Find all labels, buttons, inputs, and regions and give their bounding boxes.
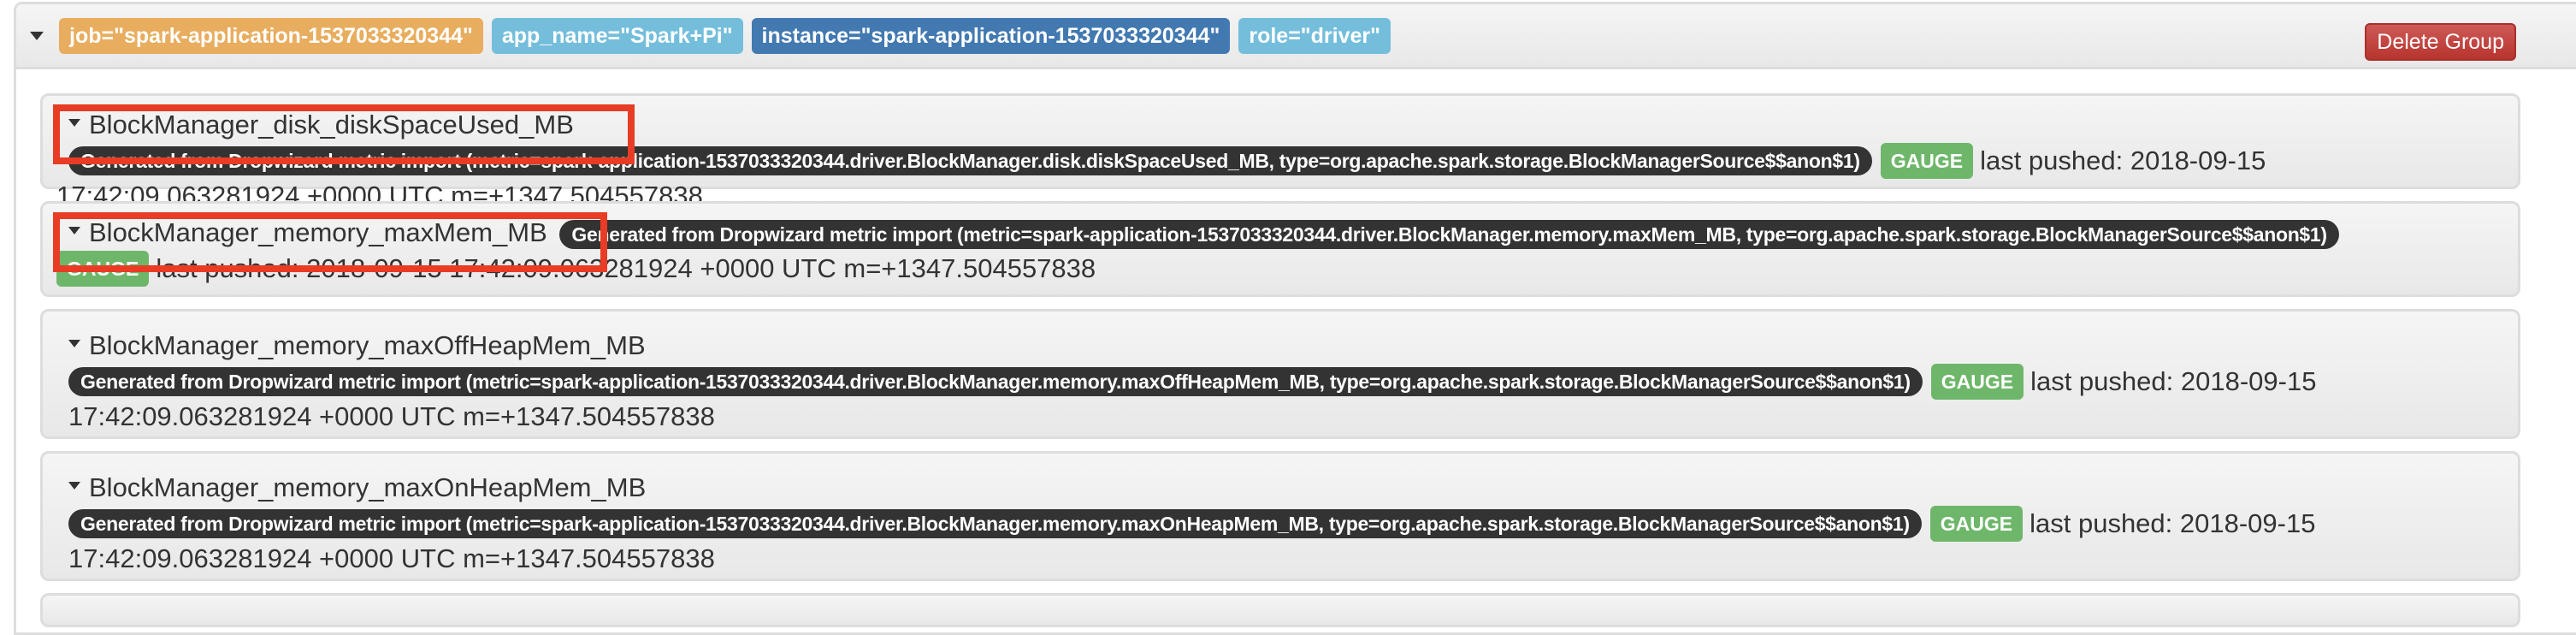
last-pushed-text: last pushed: 2018-09-15	[1980, 145, 2266, 175]
metric-card: BlockManager_disk_diskSpaceUsed_MB Gener…	[40, 93, 2520, 211]
metric-card: BlockManager_memory_maxOffHeapMem_MB Gen…	[40, 309, 2520, 439]
label-job: job="spark-application-1537033320344"	[59, 17, 483, 54]
collapse-caret-icon[interactable]	[30, 31, 44, 40]
metric-name: BlockManager_memory_maxOffHeapMem_MB	[89, 330, 646, 360]
last-pushed-text: last pushed: 2018-09-15 17:42:09.0632819…	[156, 252, 1096, 283]
last-pushed-continued: 17:42:09.063281924 +0000 UTC m=+1347.504…	[68, 401, 715, 431]
metric-card: BlockManager_memory_maxOnHeapMem_MB Gene…	[40, 451, 2520, 581]
last-pushed-continued: 17:42:09.063281924 +0000 UTC m=+1347.504…	[68, 543, 715, 573]
metric-name: BlockManager_memory_maxOnHeapMem_MB	[89, 472, 647, 502]
metrics-list: BlockManager_disk_diskSpaceUsed_MB Gener…	[16, 69, 2576, 627]
metric-type-badge: GAUGE	[1880, 142, 1974, 179]
metric-details: Generated from Dropwizard metric import …	[68, 142, 2492, 179]
metric-card: BlockManager_memory_maxMem_MB Generated …	[40, 201, 2520, 297]
metric-details: Generated from Dropwizard metric import …	[68, 505, 2492, 542]
metric-help-badge: Generated from Dropwizard metric import …	[68, 508, 1922, 538]
label-instance: instance="spark-application-153703332034…	[751, 17, 1231, 54]
metric-help-badge: Generated from Dropwizard metric import …	[68, 366, 1923, 396]
metric-header[interactable]: BlockManager_disk_diskSpaceUsed_MB	[68, 108, 2492, 142]
metric-details: Generated from Dropwizard metric import …	[68, 363, 2492, 400]
metric-group: job="spark-application-1537033320344" ap…	[14, 2, 2576, 635]
metric-name: BlockManager_disk_diskSpaceUsed_MB	[89, 110, 574, 139]
metric-card-partial	[40, 593, 2520, 627]
label-app-name: app_name="Spark+Pi"	[491, 17, 743, 54]
metric-type-badge: GAUGE	[1930, 363, 2024, 400]
expand-caret-icon[interactable]	[68, 119, 80, 128]
metric-name: BlockManager_memory_maxMem_MB	[89, 217, 547, 247]
metric-help-badge: Generated from Dropwizard metric import …	[559, 219, 2339, 249]
metric-help-badge: Generated from Dropwizard metric import …	[68, 145, 1872, 175]
last-pushed-text: last pushed: 2018-09-15	[2030, 365, 2317, 396]
last-pushed-text: last pushed: 2018-09-15	[2029, 507, 2316, 538]
metric-details: GAUGE last pushed: 2018-09-15 17:42:09.06…	[56, 250, 2492, 287]
group-header: job="spark-application-1537033320344" ap…	[16, 4, 2576, 69]
metric-header[interactable]: BlockManager_memory_maxMem_MB Generated …	[68, 216, 2492, 250]
expand-caret-icon[interactable]	[68, 340, 80, 348]
metric-header[interactable]: BlockManager_memory_maxOffHeapMem_MB	[68, 329, 2492, 363]
delete-group-button[interactable]: Delete Group	[2365, 23, 2516, 61]
metric-type-badge: GAUGE	[56, 250, 150, 287]
metric-header[interactable]: BlockManager_memory_maxOnHeapMem_MB	[68, 471, 2492, 505]
metric-type-badge: GAUGE	[1929, 505, 2024, 542]
expand-caret-icon[interactable]	[68, 482, 80, 490]
label-role: role="driver"	[1238, 17, 1391, 54]
expand-caret-icon[interactable]	[68, 227, 80, 235]
